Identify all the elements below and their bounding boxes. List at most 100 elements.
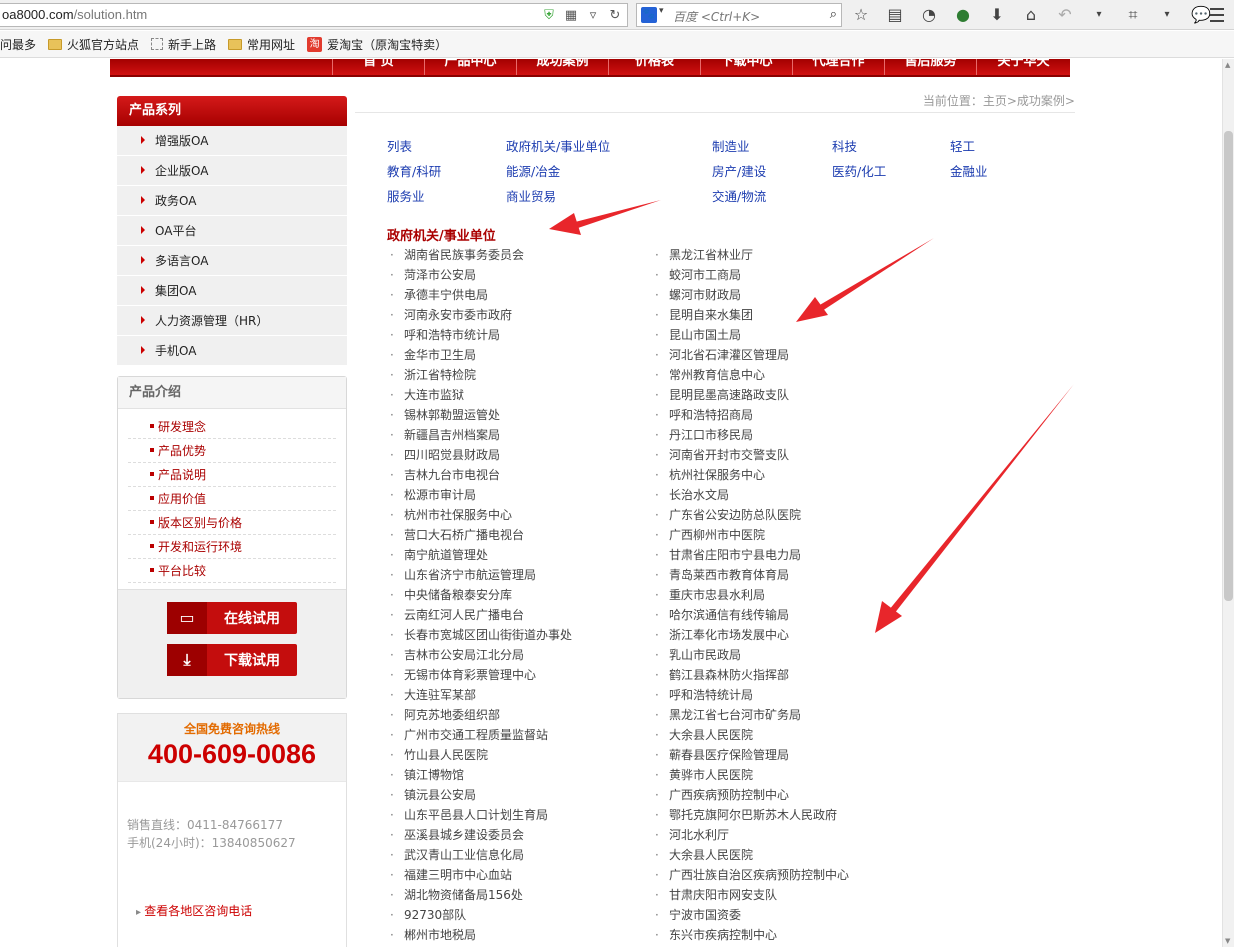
- list-item: 无锡市体育彩票管理中心: [390, 665, 572, 685]
- bookmark-item[interactable]: 火狐官方站点: [48, 36, 139, 53]
- list-item: 浙江奉化市场发展中心: [655, 625, 849, 645]
- search-engine-dropdown-icon[interactable]: ▾: [659, 6, 664, 16]
- nav-item-download[interactable]: 下载中心: [700, 59, 792, 75]
- product-item[interactable]: OA平台: [117, 216, 347, 246]
- list-item: 山东平邑县人口计划生育局: [390, 805, 572, 825]
- qr-code-icon[interactable]: ▦: [563, 8, 579, 24]
- shield-icon[interactable]: ⛨: [541, 8, 557, 24]
- product-intro-box: 产品介绍 研发理念 产品优势 产品说明 应用价值 版本区别与价格 开发和运行环境…: [117, 376, 347, 699]
- category-link[interactable]: 科技: [832, 136, 857, 155]
- bookmarks-bar: 问最多 火狐官方站点 新手上路 常用网址 淘爱淘宝（原淘宝特卖）: [0, 31, 1234, 58]
- product-item[interactable]: 多语言OA: [117, 246, 347, 276]
- nav-item-cases[interactable]: 成功案例: [516, 59, 608, 75]
- category-link[interactable]: 政府机关/事业单位: [506, 136, 610, 155]
- bookmark-item[interactable]: 问最多: [0, 36, 36, 53]
- intro-link[interactable]: 应用价值: [128, 487, 336, 511]
- nav-item-home[interactable]: 首 页: [332, 59, 424, 75]
- url-path: /solution.htm: [73, 7, 148, 22]
- category-link[interactable]: 服务业: [387, 186, 425, 205]
- page-scrollbar[interactable]: ▲ ▼: [1222, 59, 1234, 947]
- nav-item-service[interactable]: 售后服务: [884, 59, 976, 75]
- list-item: 蕲春县医疗保险管理局: [655, 745, 849, 765]
- intro-link[interactable]: 产品说明: [128, 463, 336, 487]
- category-link[interactable]: 制造业: [712, 136, 750, 155]
- bookmark-item[interactable]: 常用网址: [228, 36, 295, 53]
- url-text[interactable]: oa8000.com/solution.htm: [2, 7, 147, 22]
- bookmark-item[interactable]: 新手上路: [151, 36, 216, 53]
- reload-icon[interactable]: ↻: [607, 8, 623, 24]
- search-input[interactable]: 百度 <Ctrl+K>: [673, 8, 760, 25]
- category-link[interactable]: 轻工: [950, 136, 975, 155]
- dropdown-icon[interactable]: ▿: [585, 8, 601, 24]
- bookmark-label: 火狐官方站点: [67, 37, 140, 52]
- reader-view-icon[interactable]: ▤: [884, 4, 906, 26]
- crop-icon[interactable]: ⌗: [1122, 4, 1144, 26]
- product-item[interactable]: 人力资源管理（HR）: [117, 306, 347, 336]
- download-trial-label: 下载试用: [224, 653, 280, 669]
- intro-link[interactable]: 开发和运行环境: [128, 535, 336, 559]
- url-bar[interactable]: oa8000.com/solution.htm ⛨ ▦ ▿ ↻: [0, 3, 628, 27]
- list-item: 松源市审计局: [390, 485, 572, 505]
- download-icon[interactable]: ⬇: [986, 4, 1008, 26]
- region-phone-link[interactable]: 查看各地区咨询电话: [136, 902, 252, 919]
- list-item: 镇沅县公安局: [390, 785, 572, 805]
- bookmark-item[interactable]: 淘爱淘宝（原淘宝特卖）: [307, 36, 447, 53]
- scroll-down-arrow-icon[interactable]: ▼: [1225, 937, 1230, 945]
- list-item: 四川昭觉县财政局: [390, 445, 572, 465]
- list-item: 呼和浩特市统计局: [390, 325, 572, 345]
- product-item[interactable]: 企业版OA: [117, 156, 347, 186]
- home-icon[interactable]: ⌂: [1020, 4, 1042, 26]
- category-link[interactable]: 房产/建设: [712, 161, 766, 180]
- product-item[interactable]: 政务OA: [117, 186, 347, 216]
- product-item[interactable]: 集团OA: [117, 276, 347, 306]
- baidu-icon[interactable]: 🐾: [641, 7, 657, 23]
- crop-dropdown-icon[interactable]: ▾: [1156, 4, 1178, 26]
- category-link[interactable]: 能源/冶金: [506, 161, 560, 180]
- list-item: 大余县人民医院: [655, 845, 849, 865]
- list-item: 河北省石津灌区管理局: [655, 345, 849, 365]
- online-trial-label: 在线试用: [224, 611, 280, 627]
- undo-dropdown-icon[interactable]: ▾: [1088, 4, 1110, 26]
- intro-link[interactable]: 研发理念: [128, 415, 336, 439]
- nav-item-products[interactable]: 产品中心: [424, 59, 516, 75]
- category-link[interactable]: 教育/科研: [387, 161, 441, 180]
- scrollbar-thumb[interactable]: [1224, 131, 1233, 601]
- category-link[interactable]: 交通/物流: [712, 186, 766, 205]
- hotline-number: 400-609-0086: [147, 739, 317, 769]
- list-item: 广东省公安边防总队医院: [655, 505, 849, 525]
- list-item: 阿克苏地委组织部: [390, 705, 572, 725]
- intro-link[interactable]: 平台比较: [128, 559, 336, 583]
- category-link[interactable]: 医药/化工: [832, 161, 886, 180]
- intro-link[interactable]: 产品优势: [128, 439, 336, 463]
- nav-item-about[interactable]: 关于华天: [976, 59, 1070, 75]
- search-icon[interactable]: ⌕: [830, 7, 837, 22]
- intro-link[interactable]: 版本区别与价格: [128, 511, 336, 535]
- category-link[interactable]: 列表: [387, 136, 412, 155]
- product-item[interactable]: 增强版OA: [117, 126, 347, 156]
- nav-item-prices[interactable]: 价格表: [608, 59, 700, 75]
- list-item: 东兴市疾病控制中心: [655, 925, 849, 945]
- category-link[interactable]: 商业贸易: [506, 186, 556, 205]
- sidebar: 产品系列 增强版OA 企业版OA 政务OA OA平台 多语言OA 集团OA 人力…: [117, 96, 347, 947]
- category-link[interactable]: 金融业: [950, 161, 988, 180]
- palette-icon[interactable]: ◔: [918, 4, 940, 26]
- list-item: 广西壮族自治区疾病预防控制中心: [655, 865, 849, 885]
- org-list-right: 黑龙江省林业厅蛟河市工商局螺河市财政局昆明自来水集团昆山市国土局河北省石津灌区管…: [655, 245, 849, 945]
- search-bar[interactable]: 🐾 ▾ 百度 <Ctrl+K> ⌕: [636, 3, 842, 27]
- download-trial-button[interactable]: ⤓ 下载试用: [167, 644, 297, 676]
- scroll-up-arrow-icon[interactable]: ▲: [1225, 61, 1230, 69]
- bookmark-star-icon[interactable]: ☆: [850, 4, 872, 26]
- bookmark-label: 问最多: [0, 37, 37, 52]
- list-item: 大连市监狱: [390, 385, 572, 405]
- extension-icon[interactable]: ●: [952, 4, 974, 26]
- hamburger-menu-icon[interactable]: [1206, 4, 1228, 26]
- list-item: 大余县人民医院: [655, 725, 849, 745]
- list-item: 湖北物资储备局156处: [390, 885, 572, 905]
- undo-icon[interactable]: ↶: [1054, 4, 1076, 26]
- list-item: 哈尔滨通信有线传输局: [655, 605, 849, 625]
- product-item[interactable]: 手机OA: [117, 336, 347, 366]
- online-trial-button[interactable]: ▭ 在线试用: [167, 602, 297, 634]
- nav-item-agency[interactable]: 代理合作: [792, 59, 884, 75]
- list-item: 黑龙江省林业厅: [655, 245, 849, 265]
- list-item: 中央储备粮泰安分库: [390, 585, 572, 605]
